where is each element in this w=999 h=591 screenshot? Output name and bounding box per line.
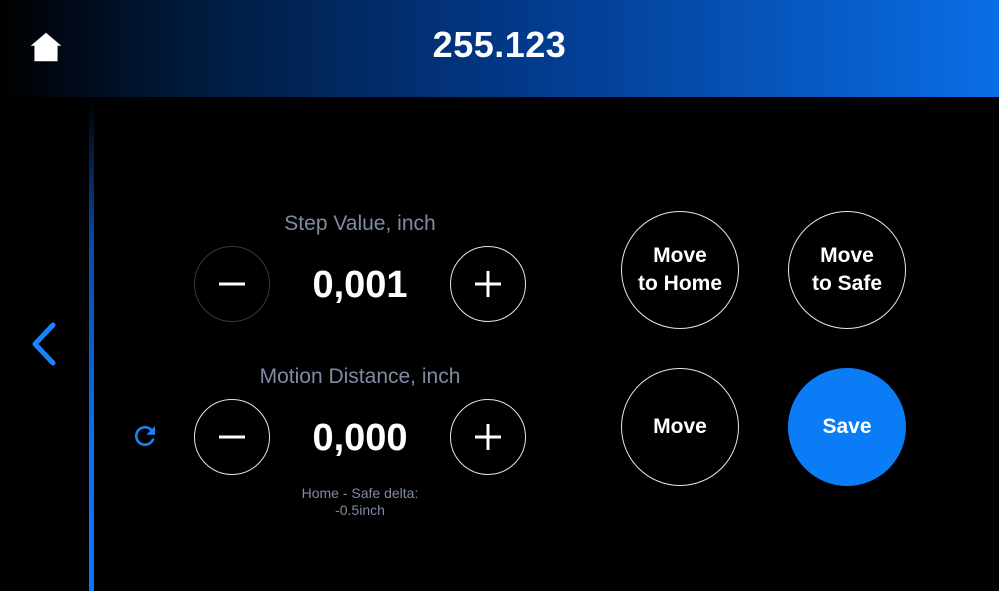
jog-screen: 255.123 Step Value, inch 0,001 Motion Di… bbox=[0, 0, 999, 591]
plus-icon bbox=[475, 424, 501, 450]
reset-motion-button[interactable] bbox=[128, 419, 162, 453]
home-safe-delta-note: Home - Safe delta: -0.5inch bbox=[260, 485, 460, 519]
move-to-safe-label-line-2: to Safe bbox=[811, 272, 882, 295]
plus-icon bbox=[475, 271, 501, 297]
header-bar: 255.123 bbox=[0, 0, 999, 97]
motion-decrement-button[interactable] bbox=[194, 399, 270, 475]
step-value-label: Step Value, inch bbox=[284, 212, 436, 235]
move-to-home-label-line-2: to Home bbox=[638, 272, 722, 295]
move-to-home-label: Move to Home bbox=[638, 242, 722, 298]
minus-icon bbox=[219, 435, 245, 439]
move-to-home-label-line-1: Move bbox=[653, 244, 707, 267]
back-button[interactable] bbox=[24, 318, 64, 370]
delta-note-line-1: Home - Safe delta: bbox=[301, 485, 419, 501]
chevron-left-icon bbox=[32, 322, 56, 366]
motion-distance-label: Motion Distance, inch bbox=[259, 365, 461, 388]
home-button[interactable] bbox=[26, 27, 66, 67]
refresh-icon bbox=[135, 426, 155, 446]
save-label: Save bbox=[822, 415, 872, 438]
home-icon bbox=[30, 32, 62, 62]
minus-icon bbox=[219, 282, 245, 286]
move-button[interactable]: Move bbox=[621, 368, 739, 486]
move-to-home-button[interactable]: Move to Home bbox=[621, 211, 739, 329]
delta-note-line-2: -0.5inch bbox=[335, 502, 385, 518]
page-title: 255.123 bbox=[432, 24, 567, 65]
side-rail-accent bbox=[89, 97, 94, 591]
step-value-display: 0,001 bbox=[312, 264, 408, 306]
move-label: Move bbox=[653, 415, 707, 438]
save-button[interactable]: Save bbox=[788, 368, 906, 486]
move-to-safe-label-line-1: Move bbox=[820, 244, 874, 267]
move-to-safe-button[interactable]: Move to Safe bbox=[788, 211, 906, 329]
step-decrement-button[interactable] bbox=[194, 246, 270, 322]
motion-distance-display: 0,000 bbox=[312, 417, 408, 459]
motion-increment-button[interactable] bbox=[450, 399, 526, 475]
step-increment-button[interactable] bbox=[450, 246, 526, 322]
move-to-safe-label: Move to Safe bbox=[812, 242, 882, 298]
